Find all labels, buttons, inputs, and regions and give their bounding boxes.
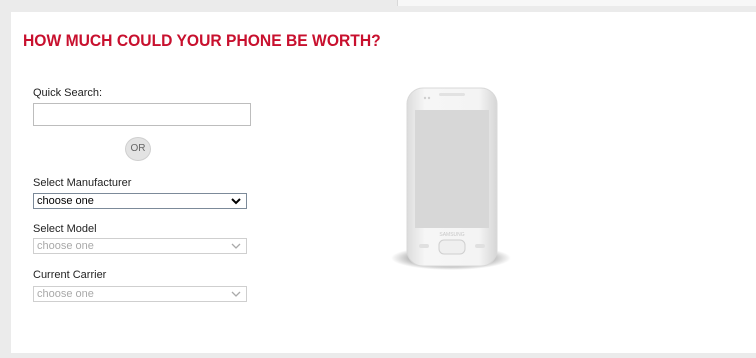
or-badge: OR [125,137,151,161]
top-bar [0,0,756,9]
carrier-select[interactable]: choose one [33,286,247,302]
quick-search-input[interactable] [33,103,251,126]
phone-icon: SAMSUNG [391,87,511,270]
top-tab-area [398,0,756,6]
chevron-down-icon [231,198,241,205]
phone-brand-text: SAMSUNG [439,232,464,238]
manufacturer-select-value: choose one [37,195,94,207]
page-title: HOW MUCH COULD YOUR PHONE BE WORTH? [23,31,381,50]
model-select[interactable]: choose one [33,238,247,254]
manufacturer-label: Select Manufacturer [33,177,132,189]
quick-search-label: Quick Search: [33,87,103,99]
manufacturer-select[interactable]: choose one [33,193,247,209]
carrier-label: Current Carrier [33,269,107,281]
phone-image: SAMSUNG [385,78,515,278]
carrier-select-value: choose one [37,288,94,300]
top-divider [397,0,398,6]
chevron-down-icon [231,291,241,297]
model-select-value: choose one [37,240,94,252]
chevron-down-icon [231,243,241,249]
model-label: Select Model [33,223,97,235]
